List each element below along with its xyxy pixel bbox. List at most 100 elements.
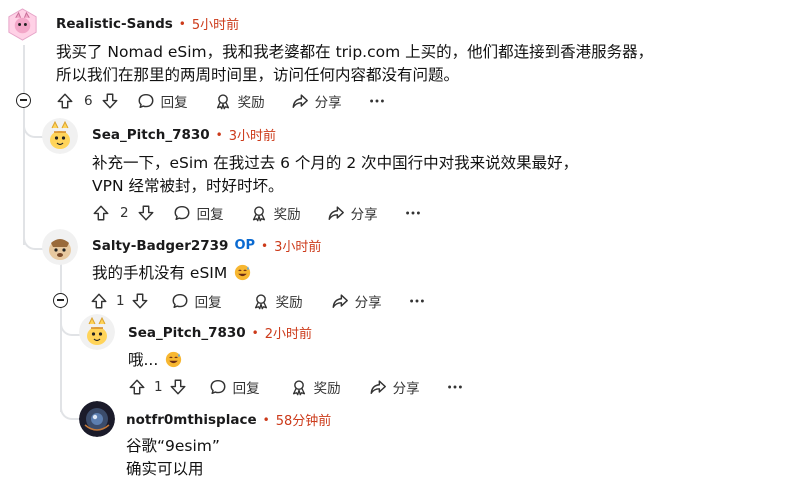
timestamp[interactable]: 58分钟前 xyxy=(276,410,332,429)
upvote-icon[interactable] xyxy=(128,378,146,396)
comment-body: 哦... xyxy=(128,349,182,372)
award-label: 奖励 xyxy=(275,295,303,311)
meta-separator: • xyxy=(262,412,270,427)
comment-body: 我买了 Nomad eSim，我和我老婆都在 trip.com 上买的，他们都连… xyxy=(56,41,653,87)
share-label: 分享 xyxy=(350,207,378,223)
comment-header: Realistic-Sands • 5小时前 xyxy=(56,14,239,34)
share-button[interactable]: 分享 xyxy=(331,291,382,311)
award-button[interactable]: 奖励 xyxy=(290,377,341,397)
award-button[interactable]: 奖励 xyxy=(214,91,265,111)
reply-button[interactable]: 回复 xyxy=(209,377,260,397)
comment-header: notfr0mthisplace • 58分钟前 xyxy=(126,410,332,430)
vote-count: 2 xyxy=(120,205,129,221)
username-link[interactable]: Sea_Pitch_7830 xyxy=(128,325,246,341)
action-bar: 1 回复 奖励 分享 xyxy=(128,375,464,399)
award-icon xyxy=(250,204,268,222)
comment-line: 哦... xyxy=(128,351,159,369)
avatar[interactable] xyxy=(5,7,40,42)
collapse-thread-button[interactable] xyxy=(53,293,68,308)
meta-separator: • xyxy=(261,238,269,253)
award-button[interactable]: 奖励 xyxy=(252,291,303,311)
more-options-icon[interactable] xyxy=(368,92,386,110)
share-icon xyxy=(331,292,349,310)
award-button[interactable]: 奖励 xyxy=(250,203,301,223)
reply-label: 回复 xyxy=(232,381,260,397)
sweat-smile-emoji xyxy=(165,351,182,368)
share-button[interactable]: 分享 xyxy=(291,91,342,111)
more-options-icon[interactable] xyxy=(408,292,426,310)
comment-line: 确实可以用 xyxy=(126,460,204,478)
downvote-icon[interactable] xyxy=(131,292,149,310)
more-options-icon[interactable] xyxy=(446,378,464,396)
comment-line: VPN 经常被封，时好时坏。 xyxy=(92,177,284,195)
comment-header: Sea_Pitch_7830 • 3小时前 xyxy=(92,125,276,145)
more-options-icon[interactable] xyxy=(404,204,422,222)
timestamp[interactable]: 3小时前 xyxy=(274,236,321,255)
share-icon xyxy=(291,92,309,110)
share-icon xyxy=(327,204,345,222)
avatar[interactable] xyxy=(42,229,78,265)
meta-separator: • xyxy=(215,127,223,142)
comment-line: 补充一下，eSim 在我过去 6 个月的 2 次中国行中对我来说效果最好， xyxy=(92,154,579,172)
award-icon xyxy=(290,378,308,396)
comment-line: 谷歌“9esim” xyxy=(126,437,220,455)
username-link[interactable]: Sea_Pitch_7830 xyxy=(92,127,210,143)
action-bar: 2 回复 奖励 分享 xyxy=(92,201,422,225)
award-icon xyxy=(214,92,232,110)
share-button[interactable]: 分享 xyxy=(327,203,378,223)
reply-button[interactable]: 回复 xyxy=(173,203,224,223)
action-bar: 6 回复 奖励 分享 xyxy=(56,89,386,113)
share-icon xyxy=(369,378,387,396)
reply-label: 回复 xyxy=(196,207,224,223)
downvote-icon[interactable] xyxy=(169,378,187,396)
reply-label: 回复 xyxy=(160,95,188,111)
sweat-smile-emoji xyxy=(234,264,251,281)
award-label: 奖励 xyxy=(237,95,265,111)
upvote-icon[interactable] xyxy=(90,292,108,310)
share-label: 分享 xyxy=(314,95,342,111)
award-label: 奖励 xyxy=(313,381,341,397)
avatar[interactable] xyxy=(79,314,115,350)
comment-line: 我买了 Nomad eSim，我和我老婆都在 trip.com 上买的，他们都连… xyxy=(56,43,654,61)
vote-count: 1 xyxy=(154,379,163,395)
comment-header: Salty-Badger2739 OP • 3小时前 xyxy=(92,236,321,256)
collapse-thread-button[interactable] xyxy=(16,93,31,108)
reply-icon xyxy=(173,204,191,222)
timestamp[interactable]: 3小时前 xyxy=(229,125,276,144)
award-icon xyxy=(252,292,270,310)
comment-line: 所以我们在那里的两周时间里，访问任何内容都没有问题。 xyxy=(56,66,460,84)
comment-line: 我的手机没有 eSIM xyxy=(92,264,228,282)
reply-label: 回复 xyxy=(194,295,222,311)
vote-count: 1 xyxy=(116,293,125,309)
reply-icon xyxy=(171,292,189,310)
comment-header: Sea_Pitch_7830 • 2小时前 xyxy=(128,323,312,343)
reply-icon xyxy=(137,92,155,110)
timestamp[interactable]: 2小时前 xyxy=(265,323,312,342)
username-link[interactable]: Salty-Badger2739 xyxy=(92,238,228,254)
reply-button[interactable]: 回复 xyxy=(137,91,188,111)
comment-body: 谷歌“9esim” 确实可以用 xyxy=(126,435,220,481)
comment-body: 补充一下，eSim 在我过去 6 个月的 2 次中国行中对我来说效果最好， VP… xyxy=(92,152,578,198)
action-bar: 1 回复 奖励 分享 xyxy=(90,289,426,313)
award-label: 奖励 xyxy=(273,207,301,223)
downvote-icon[interactable] xyxy=(101,92,119,110)
share-button[interactable]: 分享 xyxy=(369,377,420,397)
share-label: 分享 xyxy=(354,295,382,311)
upvote-icon[interactable] xyxy=(92,204,110,222)
upvote-icon[interactable] xyxy=(56,92,74,110)
thread-line-level1 xyxy=(60,262,62,412)
reply-icon xyxy=(209,378,227,396)
username-link[interactable]: Realistic-Sands xyxy=(56,16,173,32)
avatar[interactable] xyxy=(79,401,115,437)
vote-count: 6 xyxy=(84,93,93,109)
share-label: 分享 xyxy=(392,381,420,397)
username-link[interactable]: notfr0mthisplace xyxy=(126,412,257,428)
timestamp[interactable]: 5小时前 xyxy=(192,14,239,33)
op-badge: OP xyxy=(234,238,256,253)
meta-separator: • xyxy=(178,16,186,31)
avatar[interactable] xyxy=(42,118,78,154)
reply-button[interactable]: 回复 xyxy=(171,291,222,311)
meta-separator: • xyxy=(251,325,259,340)
downvote-icon[interactable] xyxy=(137,204,155,222)
thread-line-level0 xyxy=(23,45,25,245)
